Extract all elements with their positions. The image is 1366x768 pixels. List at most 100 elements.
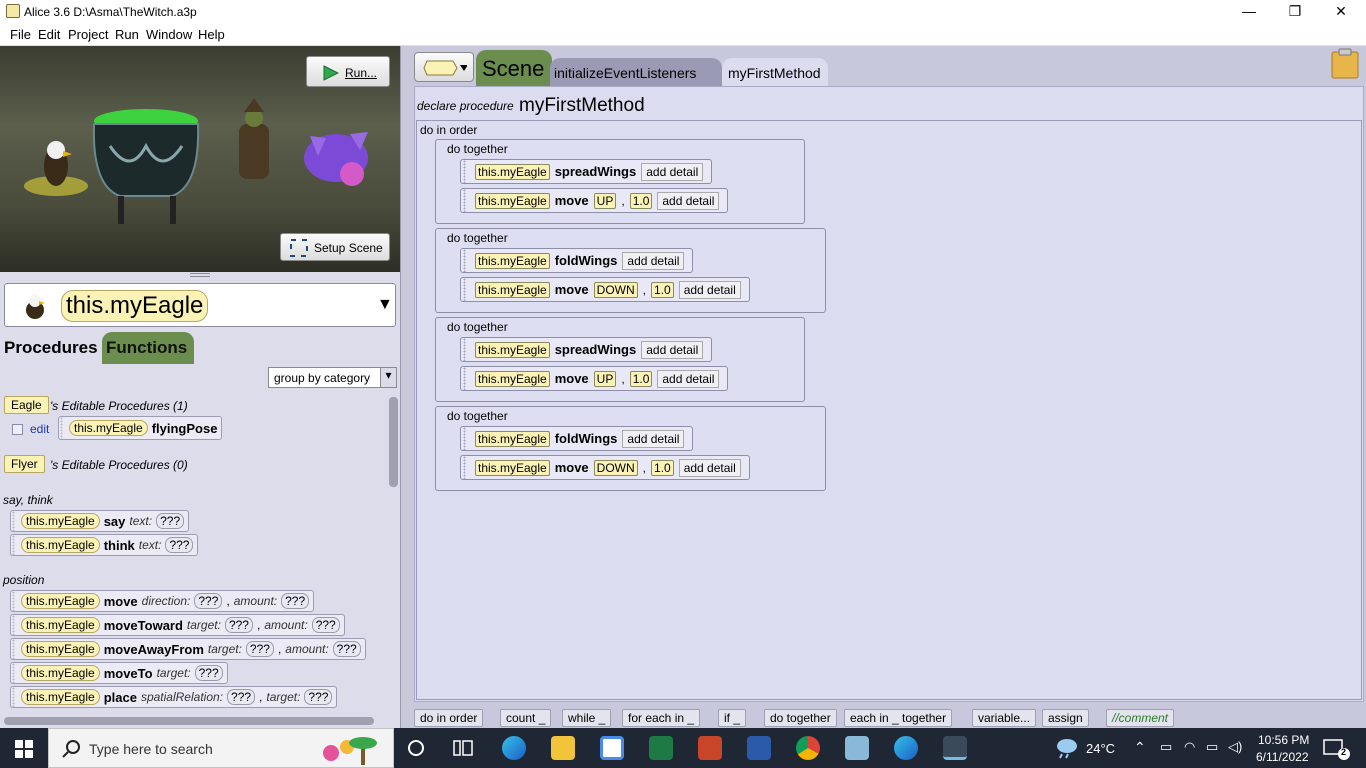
edit-checkbox[interactable] xyxy=(12,424,23,435)
run-button[interactable]: Run... xyxy=(306,56,390,87)
menu-file[interactable]: File xyxy=(10,27,31,42)
add-detail-dropdown[interactable]: add detail xyxy=(657,191,720,210)
horizontal-scrollbar[interactable] xyxy=(4,717,374,725)
palette-while[interactable]: while _ xyxy=(562,709,612,727)
stmt-target[interactable]: this.myEagle xyxy=(475,430,550,447)
stmt-target[interactable]: this.myEagle xyxy=(475,281,550,298)
direction-arg[interactable]: DOWN xyxy=(593,281,638,298)
think-block[interactable]: this.myEagle think text:??? xyxy=(10,534,199,556)
store-icon[interactable] xyxy=(600,736,624,760)
palette-do-in-order[interactable]: do in order xyxy=(414,709,484,727)
palette-do-together[interactable]: do together xyxy=(764,709,837,727)
palette-count[interactable]: count _ xyxy=(500,709,552,727)
menu-run[interactable]: Run xyxy=(115,27,139,42)
flying-pose-block[interactable]: this.myEagle flyingPose xyxy=(58,416,223,440)
task-view-icon[interactable] xyxy=(452,738,474,758)
menu-project[interactable]: Project xyxy=(68,27,108,42)
group-by-select[interactable]: group by category ▾ xyxy=(268,367,397,388)
palette-assign[interactable]: assign xyxy=(1042,709,1089,727)
param-value[interactable]: ??? xyxy=(165,537,194,553)
move-away-from-block[interactable]: this.myEagle moveAwayFrom target:???, amo… xyxy=(10,638,366,660)
setup-scene-button[interactable]: Setup Scene xyxy=(280,233,390,261)
statement-row[interactable]: this.myEagle move UP, 1.0 add detail xyxy=(460,188,729,213)
stmt-target[interactable]: this.myEagle xyxy=(475,163,550,180)
edge-icon-2[interactable] xyxy=(894,736,918,760)
param-value[interactable]: ??? xyxy=(224,617,253,633)
direction-arg[interactable]: UP xyxy=(593,370,617,387)
amount-arg[interactable]: 1.0 xyxy=(651,281,674,298)
add-detail-dropdown[interactable]: add detail xyxy=(622,429,685,448)
weather-temp[interactable]: 24°C xyxy=(1086,741,1115,756)
param-value[interactable]: ??? xyxy=(311,617,340,633)
network-icon[interactable]: ▭ xyxy=(1160,739,1172,755)
vertical-splitter[interactable] xyxy=(400,46,410,728)
object-selector[interactable]: this.myEagle ▼ xyxy=(4,283,396,327)
word-icon[interactable] xyxy=(747,736,771,760)
direction-arg[interactable]: DOWN xyxy=(593,459,638,476)
edge-icon[interactable] xyxy=(502,736,526,760)
say-block[interactable]: this.myEagle say text:??? xyxy=(10,510,190,532)
menu-help[interactable]: Help xyxy=(198,27,225,42)
palette-if[interactable]: if _ xyxy=(718,709,747,727)
statement-row[interactable]: this.myEagle foldWings add detail xyxy=(460,248,694,273)
statement-row[interactable]: this.myEagle move DOWN, 1.0 add detail xyxy=(460,455,750,480)
chrome-icon[interactable] xyxy=(796,736,820,760)
app-icon[interactable] xyxy=(845,736,869,760)
direction-arg[interactable]: UP xyxy=(593,192,617,209)
weather-icon[interactable] xyxy=(1054,736,1080,760)
param-value[interactable]: ??? xyxy=(194,665,223,681)
add-detail-dropdown[interactable]: add detail xyxy=(641,162,704,181)
amount-arg[interactable]: 1.0 xyxy=(629,370,653,387)
add-detail-dropdown[interactable]: add detail xyxy=(678,280,741,299)
cortana-icon[interactable] xyxy=(406,738,426,758)
param-value[interactable]: ??? xyxy=(281,593,310,609)
maximize-button[interactable]: ❐ xyxy=(1272,0,1318,24)
start-button[interactable] xyxy=(0,728,48,768)
palette-each-in-together[interactable]: each in _ together xyxy=(844,709,953,727)
param-value[interactable]: ??? xyxy=(194,593,223,609)
add-detail-dropdown[interactable]: add detail xyxy=(622,251,685,270)
add-detail-dropdown[interactable]: add detail xyxy=(657,369,720,388)
notification-icon[interactable] xyxy=(1322,736,1352,762)
flyer-type-tag[interactable]: Flyer xyxy=(4,455,45,473)
tab-procedures[interactable]: Procedures xyxy=(0,332,100,364)
param-value[interactable]: ??? xyxy=(156,513,185,529)
palette-for-each-in[interactable]: for each in _ xyxy=(622,709,701,727)
add-detail-dropdown[interactable]: add detail xyxy=(641,340,704,359)
statement-row[interactable]: this.myEagle foldWings add detail xyxy=(460,426,694,451)
tab-scene[interactable]: Scene xyxy=(476,50,552,86)
vertical-scrollbar[interactable] xyxy=(389,397,398,487)
excel-icon[interactable] xyxy=(649,736,673,760)
taskbar-search-box[interactable]: Type here to search xyxy=(48,728,394,768)
powerpoint-icon[interactable] xyxy=(698,736,722,760)
stmt-target[interactable]: this.myEagle xyxy=(475,459,550,476)
eagle-type-tag[interactable]: Eagle xyxy=(4,396,49,414)
palette-variable[interactable]: variable... xyxy=(972,709,1037,727)
wifi-icon[interactable]: ◠ xyxy=(1184,739,1195,755)
move-to-block[interactable]: this.myEagle moveTo target:??? xyxy=(10,662,228,684)
add-detail-dropdown[interactable]: add detail xyxy=(678,458,741,477)
file-explorer-icon[interactable] xyxy=(551,736,575,760)
close-button[interactable]: ✕ xyxy=(1318,0,1364,24)
clipboard-icon[interactable] xyxy=(1330,48,1360,80)
split-handle[interactable] xyxy=(190,273,210,277)
menu-window[interactable]: Window xyxy=(146,27,192,42)
chevron-up-icon[interactable]: ⌃ xyxy=(1134,739,1146,756)
stmt-target[interactable]: this.myEagle xyxy=(475,341,550,358)
menu-edit[interactable]: Edit xyxy=(38,27,60,42)
edit-link[interactable]: edit xyxy=(30,422,49,436)
tab-functions[interactable]: Functions xyxy=(102,332,194,364)
param-value[interactable]: ??? xyxy=(245,641,274,657)
tab-initialize-event-listeners[interactable]: initializeEventListeners xyxy=(550,58,722,86)
stmt-target[interactable]: this.myEagle xyxy=(475,370,550,387)
battery-icon[interactable]: ▭ xyxy=(1206,739,1218,755)
stmt-target[interactable]: this.myEagle xyxy=(475,192,550,209)
place-block[interactable]: this.myEagle place spatialRelation:???, t… xyxy=(10,686,338,708)
param-value[interactable]: ??? xyxy=(304,689,333,705)
type-selector-button[interactable] xyxy=(414,52,474,82)
tab-my-first-method[interactable]: myFirstMethod xyxy=(722,58,828,86)
alice-taskbar-icon[interactable] xyxy=(943,736,967,760)
statement-row[interactable]: this.myEagle move UP, 1.0 add detail xyxy=(460,366,729,391)
stmt-target[interactable]: this.myEagle xyxy=(475,252,550,269)
amount-arg[interactable]: 1.0 xyxy=(629,192,653,209)
